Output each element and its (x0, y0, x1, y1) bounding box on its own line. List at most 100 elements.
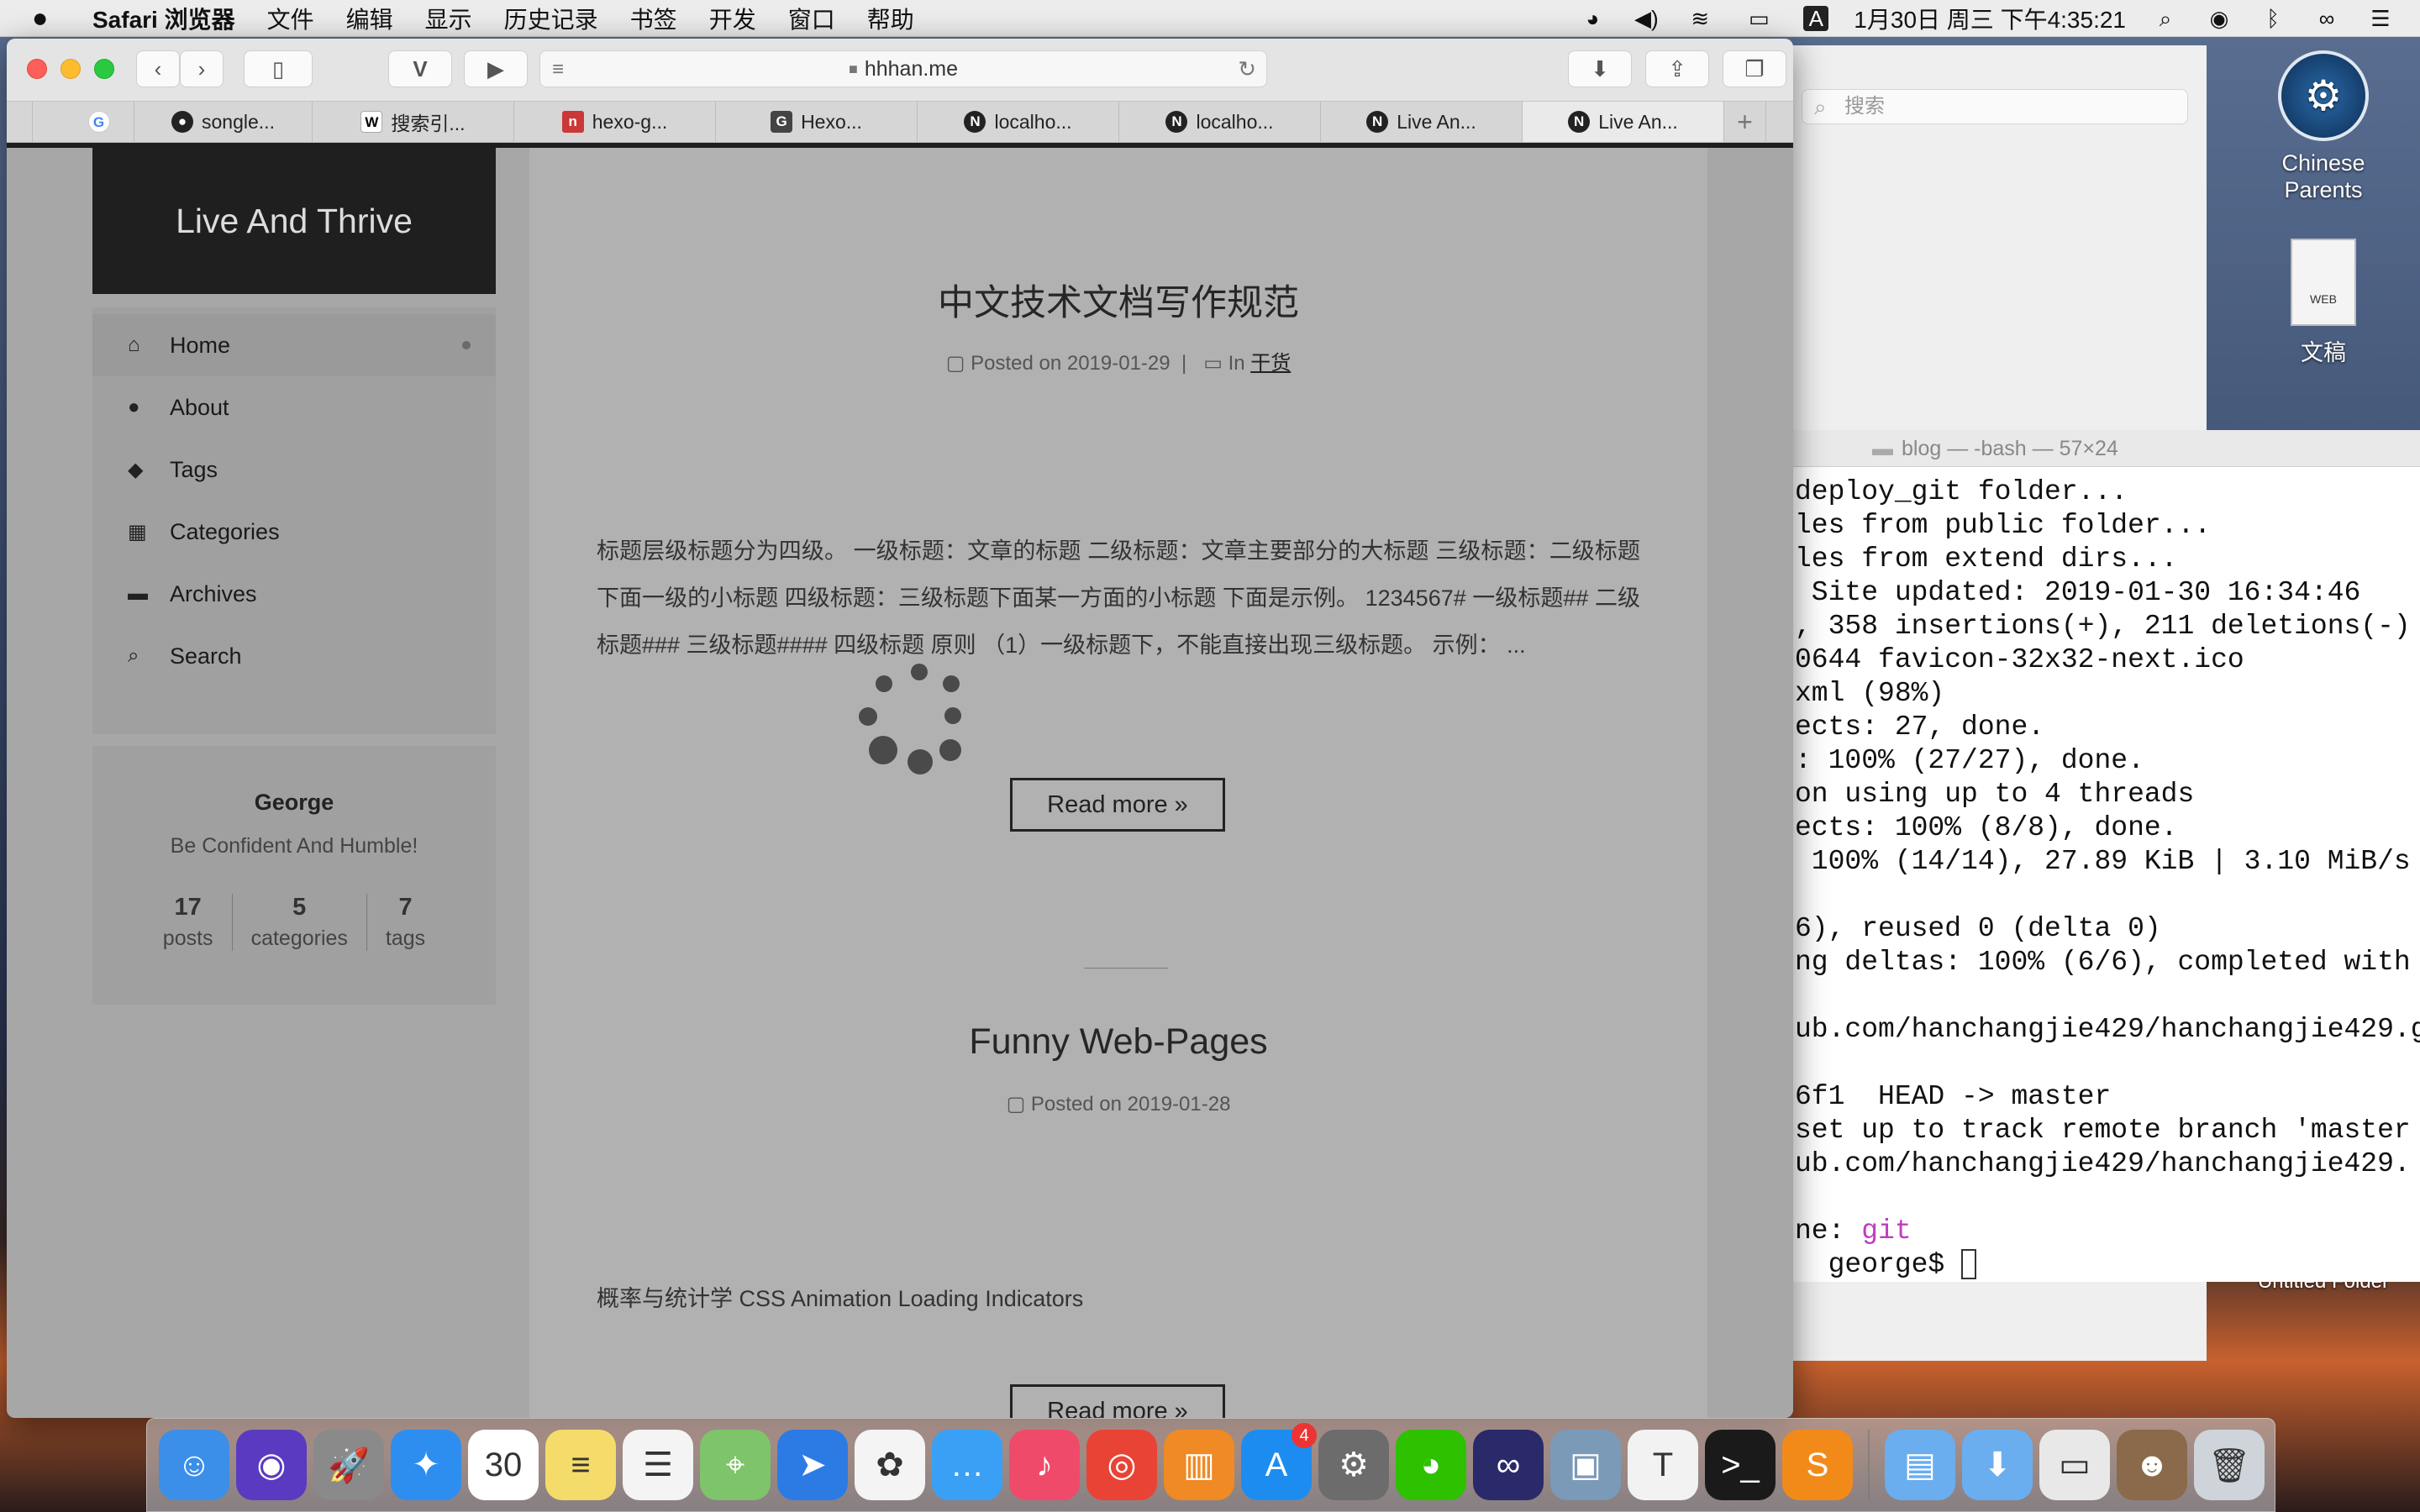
menu-app-name[interactable]: Safari 浏览器 (92, 2, 235, 35)
volume-icon[interactable]: ◀) (1632, 6, 1660, 31)
stat-categories[interactable]: 5 categories (233, 894, 367, 951)
nav-about[interactable]: ● About (92, 376, 496, 438)
nav-home[interactable]: ⌂ Home (92, 314, 496, 376)
new-tab-button[interactable]: + (1724, 102, 1766, 142)
typora-icon[interactable]: T (1628, 1430, 1698, 1500)
sidebar-icon: ▯ (271, 55, 285, 81)
launchpad-icon[interactable]: 🚀 (313, 1430, 384, 1500)
menu-view[interactable]: 显示 (425, 2, 472, 35)
desktop-icon-chinese-parents[interactable]: ⚙ Chinese Parents (2269, 50, 2378, 203)
zoom-window-button[interactable] (94, 59, 114, 79)
post-title[interactable]: Funny Web-Pages (529, 1021, 1707, 1063)
wikipedia-favicon-icon: W (360, 111, 383, 133)
tab-live-and-thrive-1[interactable]: N Live An... (1321, 102, 1523, 142)
tab-overview-button[interactable]: ❐ (1723, 50, 1786, 87)
desktop-icon-documents[interactable]: WEB 文稿 (2269, 239, 2378, 367)
reader-icon[interactable]: ≡ (552, 58, 564, 81)
bluetooth-icon[interactable]: ᛒ (2259, 6, 2287, 31)
media-extension-button[interactable]: ▶ (464, 50, 528, 87)
tab-pinned-google[interactable]: G (64, 102, 134, 142)
glasses-icon[interactable]: ∞ (2312, 6, 2341, 31)
wechat-status-icon[interactable]: ◕ (1578, 6, 1607, 31)
tab-wikipedia[interactable]: W 搜索引... (313, 102, 514, 142)
menu-history[interactable]: 历史记录 (504, 2, 598, 35)
photos-icon[interactable]: ✿ (855, 1430, 925, 1500)
menu-help[interactable]: 帮助 (867, 2, 914, 35)
read-more-button[interactable]: Read more » (1010, 1384, 1225, 1418)
menu-clock[interactable]: 1月30日 周三 下午4:35:21 (1854, 2, 2126, 35)
terminal-window[interactable]: ▬ blog — -bash — 57×24 deploy_git folder.… (1793, 430, 2420, 1282)
chrome-icon[interactable]: ◎ (1086, 1430, 1157, 1500)
vimeo-extension-button[interactable]: V (388, 50, 452, 87)
safari-icon[interactable]: ✦ (391, 1430, 461, 1500)
input-source-icon[interactable]: A (1803, 6, 1829, 31)
reminders-icon[interactable]: ☰ (623, 1430, 693, 1500)
menu-window[interactable]: 窗口 (788, 2, 835, 35)
minimize-window-button[interactable] (60, 59, 81, 79)
nav-categories[interactable]: ▦ Categories (92, 501, 496, 563)
share-button[interactable]: ⇪ (1645, 50, 1709, 87)
nav-tags[interactable]: ◆ Tags (92, 438, 496, 501)
address-bar[interactable]: ≡ ■ hhhan.me ↻ (539, 50, 1267, 87)
downloads-folder-icon[interactable]: ⬇ (1962, 1430, 2033, 1500)
battery-icon[interactable]: ▭ (1739, 6, 1778, 31)
menu-edit[interactable]: 编辑 (346, 2, 393, 35)
next-favicon-icon: N (1366, 111, 1389, 133)
nav-label: Search (170, 643, 242, 669)
appstore-icon[interactable]: A4 (1241, 1423, 1317, 1500)
notification-badge: 4 (1292, 1423, 1317, 1448)
tab-github[interactable]: ● songle... (134, 102, 313, 142)
siri-status-icon[interactable]: ◉ (2205, 6, 2233, 31)
post-title[interactable]: 中文技术文档写作规范 (529, 274, 1707, 326)
site-brand[interactable]: Live And Thrive (92, 148, 496, 294)
menu-bookmarks[interactable]: 书签 (630, 2, 677, 35)
nav-archives[interactable]: ▬ Archives (92, 563, 496, 625)
back-button[interactable]: ‹ (136, 50, 180, 87)
menu-file[interactable]: 文件 (267, 2, 314, 35)
spark-icon[interactable]: ➤ (777, 1430, 848, 1500)
tab-google[interactable] (32, 102, 64, 142)
stat-tags[interactable]: 7 tags (367, 894, 444, 951)
tab-npm[interactable]: n hexo-g... (514, 102, 716, 142)
books-icon[interactable]: ▥ (1164, 1430, 1234, 1500)
trash-icon[interactable]: 🗑 (2194, 1430, 2265, 1500)
nav-search[interactable]: ⌕ Search (92, 625, 496, 687)
system-preferences-icon[interactable]: ⚙ (1318, 1430, 1389, 1500)
spotlight-icon[interactable]: ⌕ (2151, 6, 2180, 31)
tab-live-and-thrive-2[interactable]: N Live An... (1523, 102, 1724, 142)
downloads-button[interactable]: ⬇ (1568, 50, 1632, 87)
hexo-favicon-icon: G (771, 111, 793, 133)
reload-icon[interactable]: ↻ (1238, 56, 1256, 82)
tab-localhost-1[interactable]: Nlocalho... (918, 102, 1119, 142)
wifi-icon[interactable]: ≋ (1686, 6, 1714, 31)
screenshot-thumb-icon[interactable]: ▭ (2039, 1430, 2110, 1500)
vscode-icon[interactable]: ∞ (1473, 1430, 1544, 1500)
stat-posts[interactable]: 17 posts (145, 894, 233, 951)
wechat-icon[interactable]: ◕ (1396, 1430, 1466, 1500)
applications-folder-icon[interactable]: ▤ (1885, 1430, 1955, 1500)
finder-search-field[interactable]: ⌕ 搜索 (1802, 89, 2188, 124)
siri-icon[interactable]: ◉ (236, 1430, 307, 1500)
sidebar-toggle-button[interactable]: ▯ (244, 50, 313, 87)
maps-icon[interactable]: ⌖ (700, 1430, 771, 1500)
menu-develop[interactable]: 开发 (709, 2, 756, 35)
tab-hexo[interactable]: G Hexo... (716, 102, 918, 142)
itunes-icon[interactable]: ♪ (1009, 1430, 1080, 1500)
photo-thumb-icon[interactable]: ☻ (2117, 1430, 2187, 1500)
desktop-icon-label: Chinese Parents (2281, 150, 2365, 202)
messages-icon[interactable]: … (932, 1430, 1002, 1500)
sublime-icon[interactable]: S (1782, 1430, 1853, 1500)
post-category-link[interactable]: 干货 (1250, 352, 1291, 375)
notification-center-icon[interactable]: ☰ (2366, 6, 2395, 31)
tab-label: Live An... (1598, 110, 1678, 133)
notes-icon[interactable]: ≡ (545, 1430, 616, 1500)
tab-localhost-2[interactable]: Nlocalho... (1119, 102, 1321, 142)
apple-menu-icon[interactable]: ● (32, 3, 66, 34)
forward-button[interactable]: › (180, 50, 224, 87)
preview-icon[interactable]: ▣ (1550, 1430, 1621, 1500)
read-more-button[interactable]: Read more » (1010, 778, 1225, 832)
calendar-icon[interactable]: 30 (468, 1430, 539, 1500)
finder-icon[interactable]: ☺ (159, 1430, 229, 1500)
close-window-button[interactable] (27, 59, 47, 79)
terminal-icon[interactable]: >_ (1705, 1430, 1776, 1500)
